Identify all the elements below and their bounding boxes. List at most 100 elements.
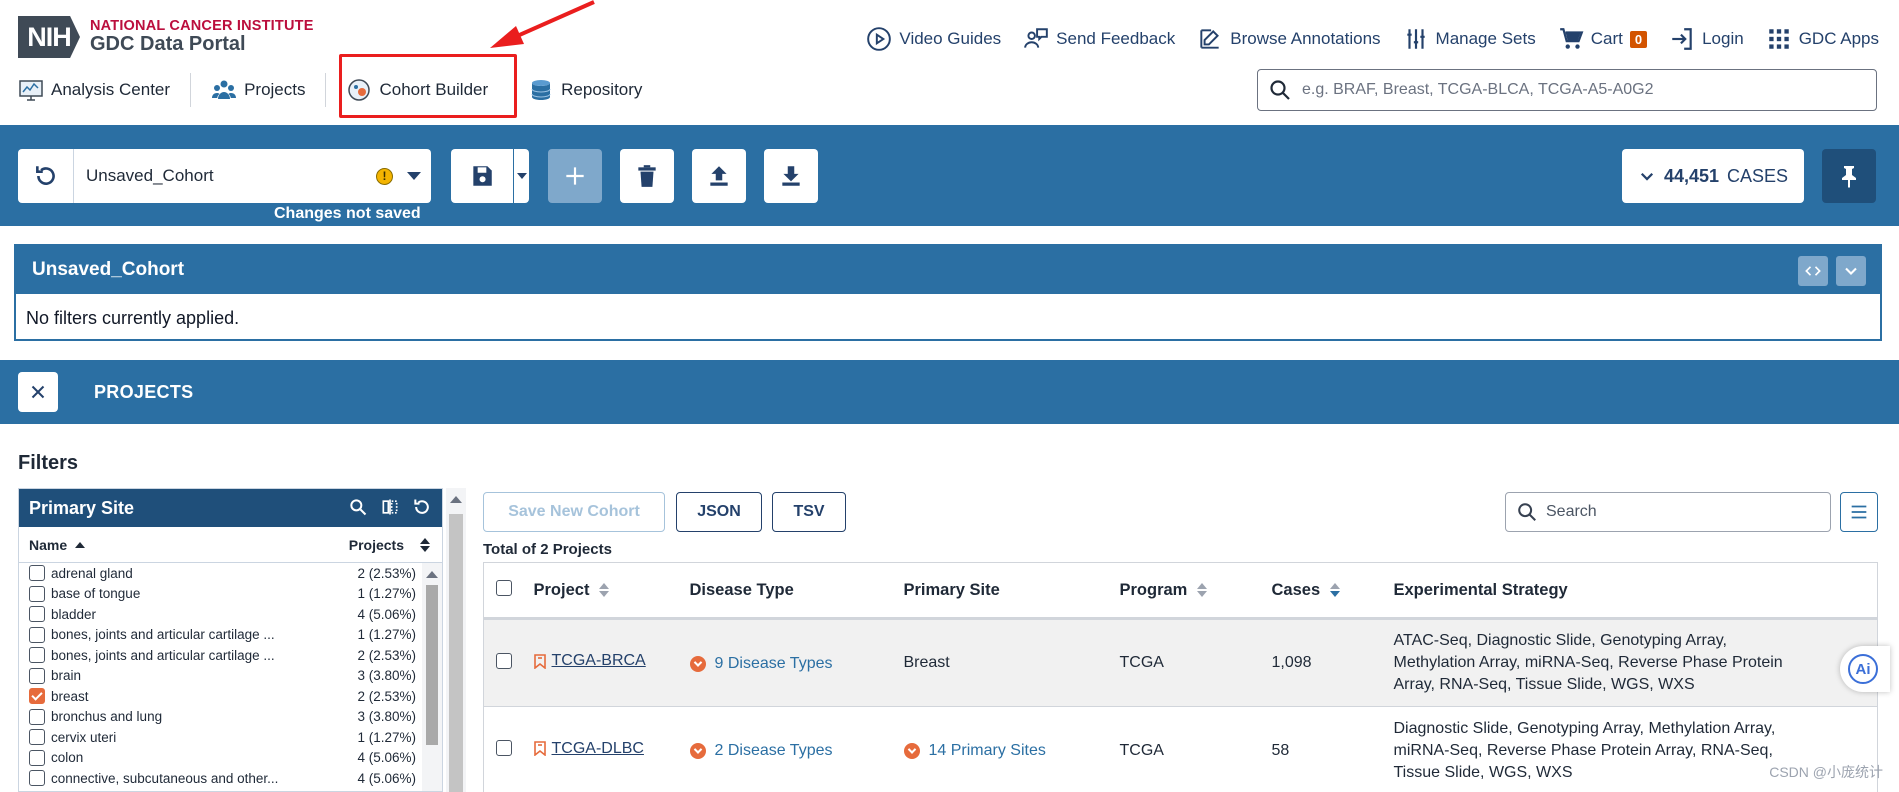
delete-cohort-button[interactable] (620, 149, 674, 203)
plus-icon (566, 167, 584, 185)
facet-item[interactable]: breast 2 (2.53%) (19, 686, 424, 707)
bookmark-icon (533, 653, 546, 669)
pin-icon (1842, 166, 1856, 188)
export-cohort-button[interactable] (764, 149, 818, 203)
projects-icon (212, 80, 237, 99)
add-cohort-button[interactable] (548, 149, 602, 203)
column-menu-button[interactable] (1840, 492, 1878, 532)
scroll-up-icon[interactable] (426, 571, 438, 578)
checkbox[interactable] (29, 565, 45, 582)
facet-item[interactable]: bladder 4 (5.06%) (19, 604, 424, 625)
nav-analysis-center[interactable]: Analysis Center (18, 70, 190, 110)
facet-title: Primary Site (29, 497, 135, 518)
facet-item[interactable]: cervix uteri 1 (1.27%) (19, 727, 424, 748)
save-cohort-button[interactable] (451, 149, 513, 203)
checkbox[interactable] (29, 708, 45, 725)
save-new-cohort-button[interactable]: Save New Cohort (483, 492, 665, 532)
scroll-up-icon[interactable] (450, 496, 462, 503)
login-link[interactable]: Login (1669, 26, 1744, 52)
global-search-input[interactable] (1302, 81, 1862, 99)
tsv-export-button[interactable]: TSV (772, 492, 846, 532)
close-projects-button[interactable] (18, 372, 58, 412)
repository-icon (531, 80, 551, 100)
checkbox[interactable] (29, 770, 45, 787)
sort-icon (599, 583, 610, 598)
reset-icon[interactable] (412, 497, 432, 517)
facet-item[interactable]: base of tongue 1 (1.27%) (19, 584, 424, 605)
checkbox[interactable] (29, 729, 45, 746)
checkbox[interactable] (29, 667, 45, 684)
col-program: Program (1119, 580, 1188, 599)
project-link[interactable]: TCGA-DLBC (533, 740, 644, 758)
browse-annotations-link[interactable]: Browse Annotations (1197, 26, 1381, 52)
import-cohort-button[interactable] (692, 149, 746, 203)
total-projects-text: Total of 2 Projects (483, 541, 612, 558)
checkbox[interactable] (29, 647, 45, 664)
save-options-dropdown[interactable] (514, 149, 529, 203)
program-cell: TCGA (1119, 618, 1272, 707)
code-icon (1805, 266, 1821, 276)
send-feedback-link[interactable]: Send Feedback (1023, 26, 1175, 52)
watermark-text: CSDN @小庞统计 (1769, 764, 1883, 780)
flip-view-icon[interactable] (380, 497, 400, 517)
upload-icon (710, 166, 728, 186)
gdc-logo[interactable]: NIH NATIONAL CANCER INSTITUTE GDC Data P… (18, 16, 314, 58)
analysis-center-icon (19, 80, 43, 101)
checkbox-checked[interactable] (29, 688, 45, 705)
save-icon (473, 166, 492, 186)
cohort-name: Unsaved_Cohort (86, 166, 214, 185)
facet-col-name[interactable]: Name (29, 537, 67, 553)
nav-projects[interactable]: Projects (191, 70, 325, 110)
facet-list: adrenal gland 2 (2.53%) base of tongue 1 (… (19, 563, 424, 789)
checkbox[interactable] (29, 606, 45, 623)
facet-item[interactable]: colon 4 (5.06%) (19, 748, 424, 769)
select-all-checkbox[interactable] (496, 579, 512, 596)
disease-types-expand[interactable]: 9 Disease Types (689, 655, 833, 673)
search-icon (1270, 80, 1290, 100)
ai-assistant-button[interactable]: Ai (1840, 646, 1890, 692)
cart-link[interactable]: Cart 0 (1558, 26, 1648, 52)
global-search (1257, 69, 1877, 111)
primary-site-cell: Breast (903, 618, 1120, 707)
sort-icon (1197, 583, 1208, 598)
undo-icon (35, 166, 55, 185)
discard-changes-button[interactable] (18, 149, 73, 203)
json-export-button[interactable]: JSON (676, 492, 762, 532)
cases-cell: 1,098 (1271, 618, 1394, 707)
table-search (1505, 492, 1831, 532)
collapse-query-button[interactable] (1836, 256, 1866, 286)
row-checkbox[interactable] (496, 652, 512, 669)
nav-repository[interactable]: Repository (508, 70, 662, 110)
edit-icon (1200, 29, 1220, 49)
row-checkbox[interactable] (496, 740, 512, 756)
facet-scrollbar[interactable] (422, 563, 442, 791)
facet-item[interactable]: bronchus and lung 3 (3.80%) (19, 707, 424, 728)
facet-item[interactable]: connective, subcutaneous and other... 4 (… (19, 768, 424, 789)
video-guides-link[interactable]: Video Guides (866, 26, 1001, 52)
nav-cohort-builder[interactable]: Cohort Builder (326, 70, 508, 110)
checkbox[interactable] (29, 626, 45, 643)
manage-sets-link[interactable]: Manage Sets (1403, 26, 1536, 52)
search-icon (1518, 503, 1536, 521)
table-search-input[interactable] (1546, 503, 1816, 521)
disease-types-expand[interactable]: 2 Disease Types (689, 742, 833, 760)
col-primary-site: Primary Site (903, 580, 1000, 599)
facet-item[interactable]: adrenal gland 2 (2.53%) (19, 563, 424, 584)
toggle-code-view-button[interactable] (1798, 256, 1828, 286)
facet-item[interactable]: bones, joints and articular cartilage ..… (19, 625, 424, 646)
search-icon[interactable] (348, 497, 368, 517)
cases-count-button[interactable]: 44,451 CASES (1622, 149, 1804, 203)
download-icon (782, 166, 800, 186)
query-cohort-title: Unsaved_Cohort (32, 259, 185, 280)
facet-item[interactable]: bones, joints and articular cartilage ..… (19, 645, 424, 666)
checkbox[interactable] (29, 749, 45, 766)
cohort-selector[interactable]: Unsaved_Cohort ! (73, 149, 431, 203)
table-row: TCGA-DLBC 2 Disease Types 14 Primary Sit… (483, 706, 1878, 792)
project-link[interactable]: TCGA-BRCA (533, 652, 646, 670)
filters-scrollbar[interactable] (446, 488, 466, 792)
checkbox[interactable] (29, 585, 45, 602)
pin-cohort-bar-button[interactable] (1822, 149, 1876, 203)
primary-sites-expand[interactable]: 14 Primary Sites (903, 742, 1046, 760)
gdc-apps-link[interactable]: GDC Apps (1766, 26, 1879, 52)
facet-item[interactable]: brain 3 (3.80%) (19, 666, 424, 687)
